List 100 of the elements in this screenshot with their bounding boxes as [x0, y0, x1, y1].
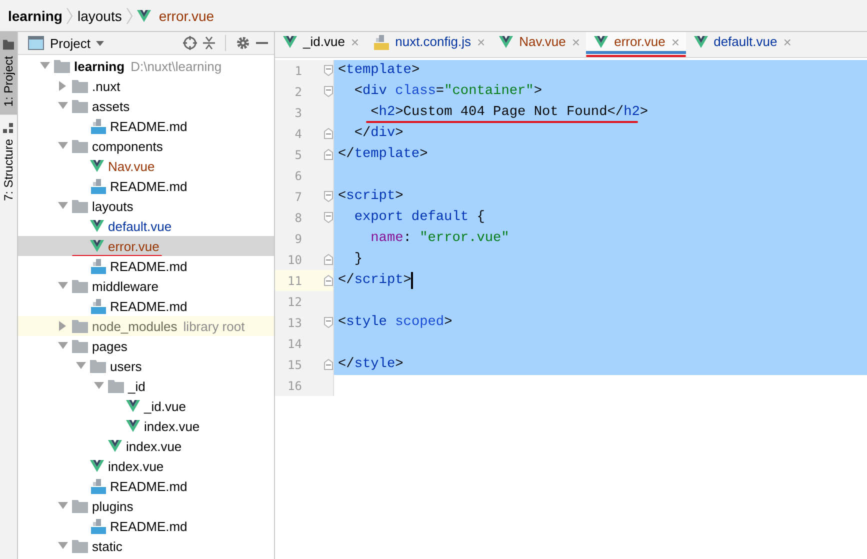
line-number: 9 [294, 232, 302, 246]
expanded-arrow-icon[interactable] [58, 542, 68, 550]
fold-marker-icon[interactable] [324, 275, 333, 286]
code-text: name: "error.vue" [370, 231, 510, 246]
editor-tab[interactable]: _id.vue × [275, 32, 366, 57]
line-number: 12 [286, 294, 302, 308]
dropdown-caret-icon[interactable] [96, 40, 104, 46]
markdown-file-icon [90, 258, 106, 274]
tree-item[interactable]: node_modules library root [18, 316, 274, 336]
line-number: 16 [286, 378, 302, 392]
chevron-icon [66, 6, 74, 24]
folder-icon [72, 320, 88, 332]
folder-icon [72, 140, 88, 152]
fold-marker-icon[interactable] [324, 191, 333, 202]
folder-icon [54, 60, 70, 72]
vue-icon [108, 440, 122, 452]
file-name: default.vue [108, 218, 172, 234]
editor-tab[interactable]: Nav.vue × [491, 32, 586, 57]
file-name: _id [128, 378, 146, 394]
line-number: 8 [294, 210, 302, 224]
expanded-arrow-icon[interactable] [58, 102, 68, 110]
vue-icon [90, 160, 104, 172]
file-name: error.vue [108, 238, 160, 254]
fold-marker-icon[interactable] [324, 65, 333, 76]
vue-icon [283, 36, 297, 48]
file-name: README.md [110, 518, 188, 534]
vue-icon [694, 36, 708, 48]
vue-icon [126, 400, 140, 412]
fold-marker-icon[interactable] [324, 359, 333, 370]
fold-marker-icon[interactable] [324, 149, 333, 160]
line-number: 7 [294, 190, 302, 204]
editor-tab[interactable]: default.vue × [686, 32, 798, 57]
code-text: </template> [338, 147, 428, 162]
fold-marker-icon[interactable] [324, 212, 333, 223]
folder-icon [108, 380, 124, 392]
file-name: pages [92, 338, 128, 354]
code-text: <div class="container"> [353, 84, 542, 99]
file-name: users [110, 358, 142, 374]
markdown-file-icon [90, 478, 106, 494]
line-number: 4 [294, 126, 302, 140]
editor-tab[interactable]: error.vue × [586, 32, 686, 57]
expanded-arrow-icon[interactable] [58, 502, 68, 510]
expanded-arrow-icon[interactable] [76, 362, 86, 370]
breadcrumb-item[interactable]: error.vue [158, 8, 214, 24]
file-name: index.vue [108, 458, 164, 474]
folder-icon [72, 340, 88, 352]
expanded-arrow-icon[interactable] [40, 62, 50, 70]
line-number: 2 [294, 84, 302, 98]
expanded-arrow-icon[interactable] [94, 382, 104, 390]
folder-icon [90, 360, 106, 372]
path-hint: D:\nuxt\learning [130, 58, 222, 74]
code-text: <style scoped> [338, 315, 452, 330]
file-name: plugins [92, 498, 134, 514]
file-name: README.md [110, 258, 188, 274]
folder-icon [72, 280, 88, 292]
folder-icon [3, 40, 14, 50]
line-number: 5 [294, 148, 302, 162]
tool-window-tab[interactable]: 1: Project [0, 32, 17, 115]
vue-icon [90, 460, 104, 472]
fold-marker-icon[interactable] [324, 254, 333, 265]
vue-icon [90, 220, 104, 232]
expanded-arrow-icon[interactable] [58, 282, 68, 290]
breadcrumb-item[interactable]: layouts [77, 8, 122, 24]
file-name: node_modules [92, 318, 178, 334]
line-number: 3 [294, 106, 302, 120]
locate-icon[interactable] [183, 36, 197, 50]
line-number: 15 [286, 358, 302, 372]
vue-icon [499, 36, 514, 48]
collapsed-arrow-icon[interactable] [59, 81, 67, 91]
panel-title: Project [50, 36, 90, 50]
folder-icon [72, 200, 88, 212]
folder-icon [72, 500, 88, 512]
file-name: middleware [92, 278, 158, 294]
expanded-arrow-icon[interactable] [58, 202, 68, 210]
collapse-all-icon[interactable] [203, 36, 215, 50]
chevron-icon [126, 6, 133, 24]
file-name: learning [74, 58, 125, 74]
expanded-arrow-icon[interactable] [58, 342, 68, 350]
fold-marker-icon[interactable] [324, 317, 333, 328]
code-text: <script> [338, 189, 404, 204]
file-name: static [92, 538, 122, 554]
markdown-file-icon [90, 298, 106, 314]
file-name: layouts [92, 198, 134, 214]
file-name: components [92, 138, 163, 154]
project-view-icon [28, 36, 44, 50]
file-name: README.md [110, 298, 188, 314]
code-text: </style> [338, 357, 404, 372]
fold-marker-icon[interactable] [324, 128, 333, 139]
editor-tab[interactable]: nuxt.config.js × [365, 32, 492, 57]
tree-item[interactable]: error.vue [18, 236, 274, 256]
breadcrumb-item[interactable]: learning [8, 8, 62, 24]
tool-window-tab[interactable]: 7: Structure [0, 114, 17, 209]
settings-icon[interactable] [236, 36, 250, 50]
collapsed-arrow-icon[interactable] [59, 321, 67, 331]
fold-marker-icon[interactable] [324, 86, 333, 97]
expanded-arrow-icon[interactable] [58, 142, 68, 150]
file-name: assets [92, 98, 130, 114]
code-text: } [353, 252, 362, 267]
line-number: 1 [294, 64, 302, 78]
file-name: README.md [110, 118, 188, 134]
